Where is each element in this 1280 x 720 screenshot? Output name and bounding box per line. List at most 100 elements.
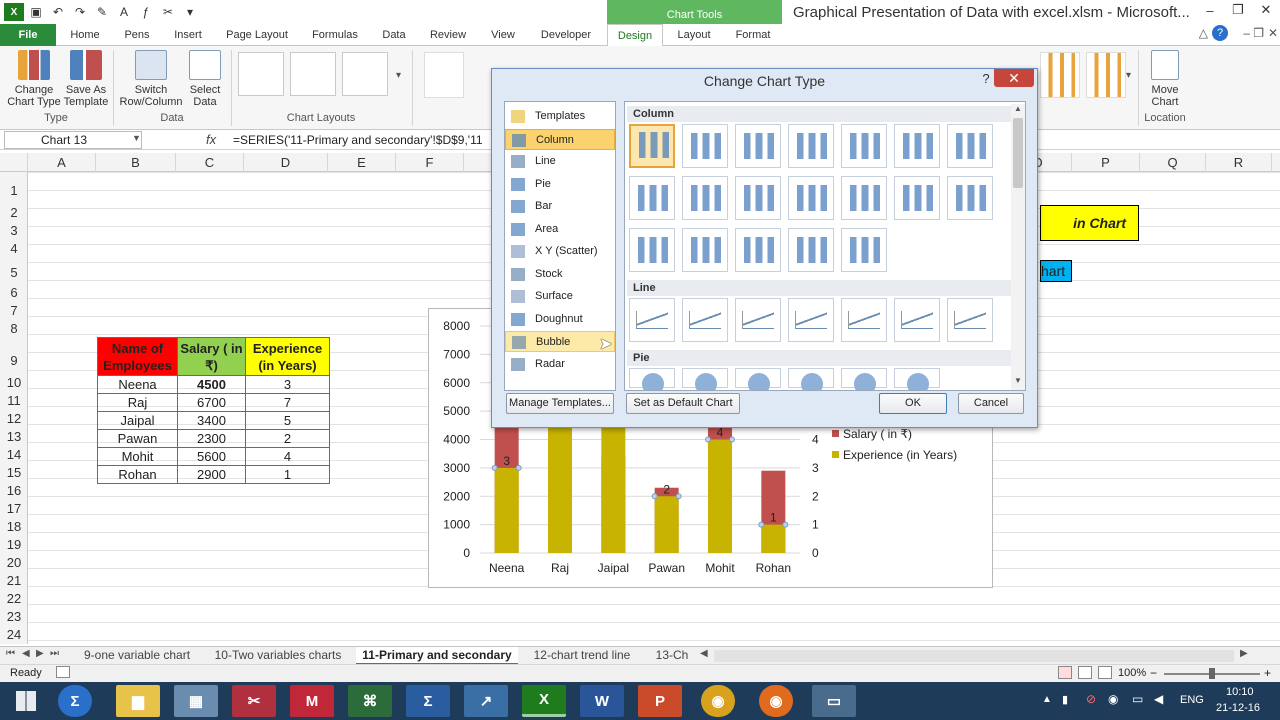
cell-exp[interactable]: 5	[245, 411, 330, 430]
column-subtype[interactable]	[629, 228, 675, 272]
dialog-close-icon[interactable]: ✕	[994, 69, 1034, 87]
word-taskbar-icon[interactable]: W	[580, 685, 624, 717]
line-subtype[interactable]	[894, 298, 940, 342]
sheet-tab[interactable]: 10-Two variables charts	[206, 647, 350, 665]
row-header[interactable]: 14	[0, 447, 28, 462]
row-header[interactable]: 16	[0, 483, 28, 498]
column-header[interactable]: R	[1206, 153, 1272, 172]
chart-category-surface[interactable]: Surface	[505, 286, 615, 307]
change-chart-type-button[interactable]: Change Chart Type	[4, 50, 64, 108]
cell-name[interactable]: Jaipal	[97, 411, 178, 430]
cell-name[interactable]: Raj	[97, 393, 178, 412]
save-icon[interactable]: ▣	[26, 3, 46, 21]
tab-format[interactable]: Format	[726, 24, 780, 46]
line-subtype[interactable]	[947, 298, 993, 342]
row-header[interactable]: 10	[0, 375, 28, 390]
formula-input[interactable]: =SERIES('11-Primary and secondary'!$D$9,…	[233, 133, 483, 147]
column-subtype[interactable]	[735, 228, 781, 272]
minimize-icon[interactable]: –	[1196, 0, 1224, 20]
sheet-last-icon[interactable]: ⏭	[50, 648, 59, 659]
pie-subtype[interactable]	[894, 368, 940, 390]
cell-salary[interactable]: 6700	[177, 393, 246, 412]
chart-style-1[interactable]	[424, 52, 464, 98]
undo-icon[interactable]: ↶	[48, 3, 68, 21]
ribbon-minimize-icon[interactable]: △	[1199, 26, 1208, 40]
zoom-in-icon[interactable]: +	[1264, 666, 1271, 680]
macro-record-icon[interactable]	[56, 666, 70, 678]
chart-category-stock[interactable]: Stock	[505, 264, 615, 285]
windows-start-icon[interactable]	[4, 685, 48, 717]
select-data-button[interactable]: Select Data	[184, 50, 226, 108]
row-header[interactable]: 17	[0, 501, 28, 516]
app-m-icon[interactable]: M	[290, 685, 334, 717]
move-chart-button[interactable]: Move Chart	[1143, 50, 1187, 108]
chart-category-doughnut[interactable]: Doughnut	[505, 309, 615, 330]
name-box-dropdown-icon[interactable]: ▼	[132, 133, 141, 143]
clock-time[interactable]: 10:10	[1226, 686, 1254, 698]
font-color-icon[interactable]: A	[114, 3, 134, 21]
row-header[interactable]: 15	[0, 465, 28, 480]
column-header[interactable]: B	[96, 153, 176, 172]
sheet-first-icon[interactable]: ⏮	[6, 648, 15, 659]
cell-salary[interactable]: 4500	[177, 375, 246, 394]
firefox-taskbar-icon[interactable]: ◉	[759, 685, 793, 717]
scroll-thumb[interactable]	[1013, 118, 1023, 188]
help-icon[interactable]: ?	[1212, 25, 1228, 41]
chart-layout-3[interactable]	[342, 52, 388, 96]
chart-category-bar[interactable]: Bar	[505, 196, 615, 217]
title-shape-blue[interactable]: hart	[1040, 260, 1072, 282]
chart-category-x-y-scatter-[interactable]: X Y (Scatter)	[505, 241, 615, 262]
powerpoint-taskbar-icon[interactable]: P	[638, 685, 682, 717]
column-subtype[interactable]	[947, 124, 993, 168]
cancel-button[interactable]: Cancel	[958, 393, 1024, 414]
math-input-icon[interactable]: Σ	[58, 685, 92, 717]
row-header[interactable]: 20	[0, 555, 28, 570]
tab-layout[interactable]: Layout	[668, 24, 720, 46]
tab-review[interactable]: Review	[422, 24, 474, 46]
cell-salary[interactable]: 3400	[177, 411, 246, 430]
chrome-taskbar-icon[interactable]: ◉	[701, 685, 735, 717]
cell-exp[interactable]: 2	[245, 429, 330, 448]
fx-icon[interactable]: fx	[206, 132, 216, 147]
cell-name[interactable]: Mohit	[97, 447, 178, 466]
name-box[interactable]: Chart 13	[4, 131, 142, 149]
cell-salary[interactable]: 2300	[177, 429, 246, 448]
snipping-tool-icon[interactable]: ✂	[232, 685, 276, 717]
tab-design[interactable]: Design	[607, 24, 663, 46]
recording-icon[interactable]: ◉	[1108, 692, 1118, 706]
manage-templates-button[interactable]: Manage Templates...	[506, 393, 614, 414]
pie-subtype[interactable]	[735, 368, 781, 390]
customize-qat-icon[interactable]: ▾	[180, 3, 200, 21]
zoom-slider-thumb[interactable]	[1209, 668, 1215, 679]
file-explorer-icon[interactable]: ▆	[116, 685, 160, 717]
power-icon[interactable]: ▭	[1132, 692, 1143, 706]
row-header[interactable]: 2	[0, 205, 28, 220]
sheet-tab[interactable]: 9-one variable chart	[76, 647, 198, 665]
row-header[interactable]: 11	[0, 393, 28, 408]
chart-style-orange-2[interactable]	[1086, 52, 1126, 98]
tab-pens[interactable]: Pens	[116, 24, 158, 46]
pie-subtype[interactable]	[682, 368, 728, 390]
zoom-level[interactable]: 100%	[1118, 667, 1146, 679]
column-subtype[interactable]	[788, 124, 834, 168]
save-as-template-button[interactable]: Save As Template	[62, 50, 110, 108]
chart-layout-1[interactable]	[238, 52, 284, 96]
dialog-help-icon[interactable]: ?	[977, 71, 995, 89]
normal-view-icon[interactable]	[1058, 666, 1072, 679]
column-subtype[interactable]	[841, 228, 887, 272]
workbook-restore-icon[interactable]: ❐	[1253, 26, 1264, 40]
tab-insert[interactable]: Insert	[166, 24, 210, 46]
header-experience[interactable]: Experience (in Years)	[245, 337, 330, 376]
format-icon[interactable]: ƒ	[136, 3, 156, 21]
line-subtype[interactable]	[682, 298, 728, 342]
pie-subtype[interactable]	[841, 368, 887, 390]
chart-category-line[interactable]: Line	[505, 151, 615, 172]
row-header[interactable]: 12	[0, 411, 28, 426]
select-all-corner[interactable]	[0, 153, 28, 172]
cell-name[interactable]: Pawan	[97, 429, 178, 448]
row-header[interactable]: 18	[0, 519, 28, 534]
column-subtype[interactable]	[629, 176, 675, 220]
column-header[interactable]: D	[244, 153, 328, 172]
paint-icon[interactable]: ✎	[92, 3, 112, 21]
column-header[interactable]: Q	[1140, 153, 1206, 172]
